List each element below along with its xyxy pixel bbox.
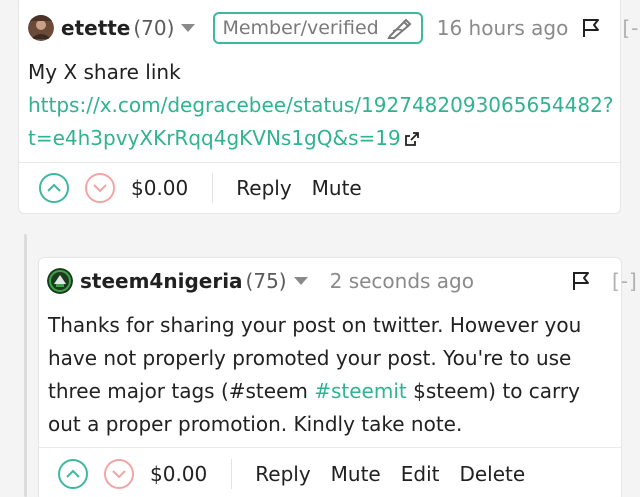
mute-button[interactable]: Mute bbox=[312, 176, 362, 200]
collapse-button[interactable]: [-] bbox=[622, 16, 640, 40]
timestamp[interactable]: 16 hours ago bbox=[437, 16, 569, 40]
timestamp[interactable]: 2 seconds ago bbox=[330, 269, 474, 293]
payout-value[interactable]: $0.00 bbox=[131, 176, 188, 200]
chevron-up-icon bbox=[66, 469, 80, 478]
separator bbox=[212, 173, 214, 203]
chevron-down-icon[interactable] bbox=[181, 24, 196, 32]
upvote-button[interactable] bbox=[39, 173, 69, 203]
flag-icon[interactable] bbox=[572, 271, 590, 291]
downvote-button[interactable] bbox=[104, 459, 134, 489]
status-badge: Member/verified bbox=[213, 12, 423, 44]
comment-footer: $0.00 Reply Mute bbox=[39, 172, 362, 204]
downvote-button[interactable] bbox=[85, 173, 115, 203]
divider bbox=[19, 162, 620, 163]
author-name[interactable]: steem4nigeria bbox=[80, 269, 243, 293]
badge-label: Member/verified bbox=[222, 17, 379, 39]
hashtag-link[interactable]: #steemit bbox=[314, 379, 407, 403]
separator bbox=[231, 459, 233, 489]
chevron-down-icon bbox=[112, 470, 126, 479]
author-name[interactable]: etette bbox=[61, 16, 130, 40]
reply-button[interactable]: Reply bbox=[255, 462, 310, 486]
chevron-up-icon bbox=[47, 183, 61, 192]
avatar[interactable] bbox=[47, 268, 73, 294]
avatar[interactable] bbox=[28, 15, 54, 41]
payout-value[interactable]: $0.00 bbox=[150, 462, 207, 486]
divider bbox=[39, 447, 621, 448]
chevron-down-icon[interactable] bbox=[293, 277, 308, 285]
comment-footer: $0.00 Reply Mute Edit Delete bbox=[58, 458, 525, 490]
comment-header: steem4nigeria (75) 2 seconds ago [-] bbox=[47, 266, 638, 296]
comment-text: My X share link bbox=[28, 60, 181, 84]
pencil-signature-icon bbox=[387, 18, 412, 39]
upvote-button[interactable] bbox=[58, 459, 88, 489]
link-text[interactable]: https://x.com/degracebee/status/19274820… bbox=[28, 93, 613, 117]
reply-thread-line bbox=[24, 234, 27, 497]
mute-button[interactable]: Mute bbox=[331, 462, 381, 486]
comment-body: My X share link https://x.com/degracebee… bbox=[28, 56, 613, 156]
edit-button[interactable]: Edit bbox=[401, 462, 440, 486]
flag-icon[interactable] bbox=[582, 18, 600, 38]
comment-body: Thanks for sharing your post on twitter.… bbox=[48, 309, 610, 441]
collapse-button[interactable]: [-] bbox=[612, 269, 638, 293]
delete-button[interactable]: Delete bbox=[459, 462, 525, 486]
reply-button[interactable]: Reply bbox=[236, 176, 291, 200]
chevron-down-icon bbox=[93, 184, 107, 193]
author-reputation: (70) bbox=[133, 16, 175, 40]
author-reputation: (75) bbox=[245, 269, 287, 293]
link-text-continued[interactable]: t=e4h3pvyXKrRqq4gKVNs1gQ&s=19 bbox=[28, 126, 401, 150]
external-link-icon[interactable] bbox=[404, 123, 419, 156]
comment-header: etette (70) Member/verified 16 hours ago… bbox=[28, 12, 640, 44]
